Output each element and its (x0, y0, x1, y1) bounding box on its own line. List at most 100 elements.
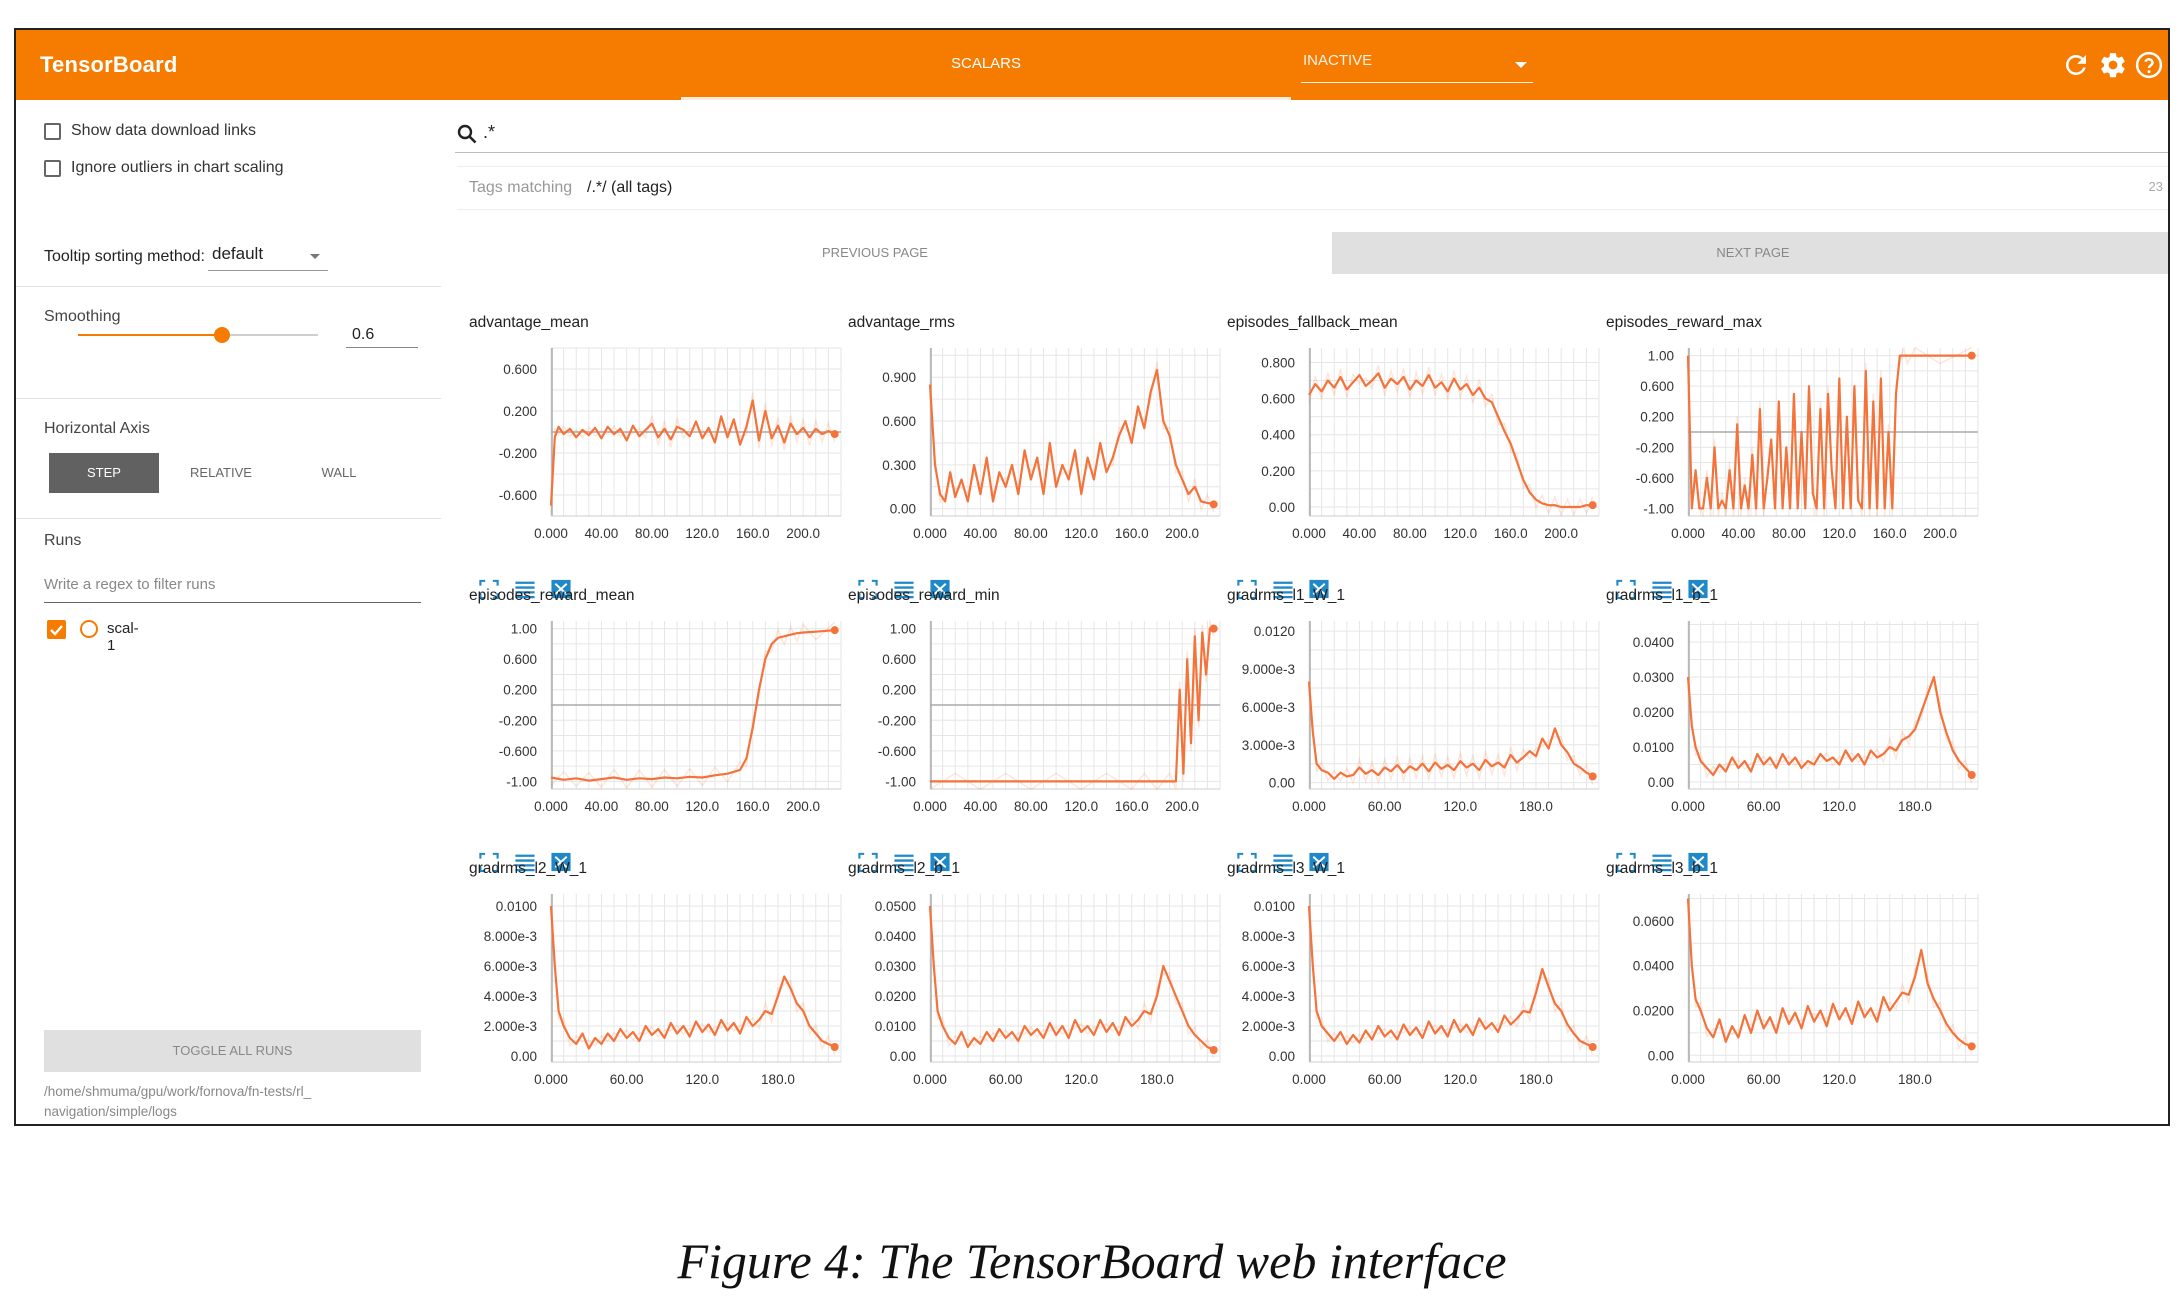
search-icon (457, 124, 477, 144)
axis-step-button[interactable]: STEP (49, 453, 159, 493)
show-download-links-option[interactable]: Show data download links (44, 122, 256, 146)
chart-plot[interactable]: 0.600 0.200 -0.200 -0.600 0.000 40.00 80.00 120… (459, 338, 847, 552)
tags-matching-label: Tags matching (469, 179, 573, 196)
series-line (1307, 681, 1594, 780)
x-tick-label: 0.000 (1671, 1072, 1705, 1087)
x-tick-label: 160.0 (736, 526, 770, 541)
x-tick-label: 200.0 (1165, 526, 1199, 541)
runs-filter-input[interactable]: Write a regex to filter runs (44, 570, 421, 603)
x-tick-label: 160.0 (1873, 526, 1907, 541)
series-raw-line (1308, 365, 1594, 518)
chart-title: gradrms_l3_b_1 (1606, 860, 1719, 877)
inactive-dashboard-select[interactable]: INACTIVE (1301, 44, 1533, 83)
settings-icon[interactable] (2098, 50, 2128, 80)
chart-plot[interactable]: 1.00 0.600 0.200 -0.200 -0.600 -1.00 0.000 40.0… (838, 611, 1226, 825)
smoothing-slider[interactable] (78, 327, 318, 343)
y-tick-label: -0.200 (499, 713, 537, 728)
chart-title: episodes_fallback_mean (1227, 314, 1398, 331)
y-tick-label: 0.0400 (875, 929, 916, 944)
series-raw-line (1687, 684, 1973, 784)
check-icon (50, 625, 63, 636)
show-download-links-checkbox[interactable] (44, 122, 61, 140)
y-tick-label: 0.800 (1261, 355, 1295, 370)
fit-domain-icon[interactable] (549, 1124, 573, 1126)
toggle-all-runs-button[interactable]: TOGGLE ALL RUNS (44, 1030, 421, 1072)
x-tick-label: 0.000 (913, 799, 947, 814)
chart-card-gradrms-l2-w-1: gradrms_l2_W_1 0.0100 8.000e-3 6.000e-3 4.00… (459, 860, 847, 1126)
smoothing-slider-thumb[interactable] (214, 327, 230, 343)
axis-wall-button[interactable]: WALL (284, 453, 394, 493)
chart-plot[interactable]: 0.0600 0.0400 0.0200 0.00 0.000 60.00 120.0 180… (1596, 884, 1984, 1098)
chart-plot[interactable]: 0.900 0.600 0.300 0.00 0.000 40.00 80.00 120.0 1… (838, 338, 1226, 552)
fit-domain-icon[interactable] (1686, 1124, 1710, 1126)
tensorboard-window: TensorBoard SCALARS INACTIVE Show data d… (14, 28, 2170, 1126)
y-tick-label: -1.00 (1643, 501, 1674, 516)
data-list-icon[interactable] (513, 1124, 537, 1126)
y-tick-label: -0.200 (1636, 440, 1674, 455)
x-tick-label: 160.0 (1494, 526, 1528, 541)
y-tick-label: 0.600 (1640, 379, 1674, 394)
y-tick-label: 0.00 (890, 1049, 916, 1064)
chart-plot[interactable]: 0.0500 0.0400 0.0300 0.0200 0.0100 0.00 0.000 6… (838, 884, 1226, 1098)
data-list-icon[interactable] (1271, 1124, 1295, 1126)
y-tick-label: -0.600 (499, 488, 537, 503)
x-tick-label: 40.00 (964, 799, 998, 814)
chart-card-episodes-reward-max: episodes_reward_max 1.00 0.600 0.200 -0.200 -… (1596, 314, 1984, 600)
x-tick-label: 60.00 (1747, 1072, 1781, 1087)
y-tick-label: 9.000e-3 (1242, 662, 1295, 677)
y-tick-label: 0.00 (1269, 776, 1295, 791)
chart-plot[interactable]: 0.0120 9.000e-3 6.000e-3 3.000e-3 0.00 0.000 6… (1217, 611, 1605, 825)
chart-card-gradrms-l1-b-1: gradrms_l1_b_1 0.0400 0.0300 0.0200 0.0100 0.… (1596, 587, 1984, 873)
axis-relative-button[interactable]: RELATIVE (166, 453, 276, 493)
chart-plot[interactable]: 0.0100 8.000e-3 6.000e-3 4.000e-3 2.000e-3 0.… (459, 884, 847, 1098)
x-tick-label: 60.00 (1368, 1072, 1402, 1087)
chart-card-advantage-mean: advantage_mean 0.600 0.200 -0.200 -0.600 0.00… (459, 314, 847, 600)
x-tick-label: 160.0 (1115, 526, 1149, 541)
previous-page-button[interactable]: PREVIOUS PAGE (457, 232, 1293, 274)
ignore-outliers-option[interactable]: Ignore outliers in chart scaling (44, 159, 284, 183)
search-input[interactable]: .* (483, 122, 495, 143)
x-tick-label: 40.00 (1722, 526, 1756, 541)
horizontal-axis-heading: Horizontal Axis (44, 420, 150, 437)
y-tick-label: 0.0300 (1633, 670, 1674, 685)
fullscreen-icon[interactable] (856, 1124, 880, 1126)
data-list-icon[interactable] (892, 1124, 916, 1126)
ignore-outliers-checkbox[interactable] (44, 159, 61, 177)
fit-domain-icon[interactable] (928, 1124, 952, 1126)
x-tick-label: 0.000 (1292, 799, 1326, 814)
x-tick-label: 60.00 (1368, 799, 1402, 814)
run-checkbox[interactable] (47, 620, 66, 639)
fullscreen-icon[interactable] (1235, 1124, 1259, 1126)
x-tick-label: 40.00 (585, 799, 619, 814)
y-tick-label: -1.00 (506, 774, 537, 789)
tooltip-sorting-select[interactable]: default (208, 242, 328, 271)
chart-plot[interactable]: 1.00 0.600 0.200 -0.200 -0.600 -1.00 0.000 40.0… (459, 611, 847, 825)
tab-scalars[interactable]: SCALARS (681, 30, 1291, 100)
smoothing-slider-fill (78, 334, 222, 336)
smoothing-input[interactable]: 0.6 (346, 322, 418, 348)
refresh-icon[interactable] (2061, 50, 2091, 80)
y-tick-label: 0.0120 (1254, 624, 1295, 639)
next-page-button[interactable]: NEXT PAGE (1332, 232, 2168, 274)
chart-plot[interactable]: 1.00 0.600 0.200 -0.200 -0.600 -1.00 0.000 40.0… (1596, 338, 1984, 552)
chart-plot[interactable]: 0.800 0.600 0.400 0.200 0.00 0.000 40.00 80.00 1… (1217, 338, 1605, 552)
fullscreen-icon[interactable] (477, 1124, 501, 1126)
chevron-down-icon (1515, 62, 1527, 68)
data-list-icon[interactable] (1650, 1124, 1674, 1126)
x-tick-label: 0.000 (1292, 526, 1326, 541)
y-tick-label: 8.000e-3 (484, 929, 537, 944)
fullscreen-icon[interactable] (1614, 1124, 1638, 1126)
divider (16, 286, 441, 287)
help-icon[interactable] (2134, 50, 2164, 80)
y-tick-label: 4.000e-3 (1242, 989, 1295, 1004)
tag-search-bar[interactable]: .* (455, 114, 2168, 153)
chart-plot[interactable]: 0.0400 0.0300 0.0200 0.0100 0.00 0.000 60.00 12… (1596, 611, 1984, 825)
chart-card-gradrms-l3-w-1: gradrms_l3_W_1 0.0100 8.000e-3 6.000e-3 4.00… (1217, 860, 1605, 1126)
tags-header: Tags matching /.*/ (all tags) 23 (457, 166, 2168, 210)
chart-plot[interactable]: 0.0100 8.000e-3 6.000e-3 4.000e-3 2.000e-3 0.… (1217, 884, 1605, 1098)
x-tick-label: 0.000 (534, 799, 568, 814)
series-end-point (1967, 771, 1976, 779)
runs-heading: Runs (44, 532, 82, 549)
fit-domain-icon[interactable] (1307, 1124, 1331, 1126)
y-tick-label: -0.200 (878, 713, 916, 728)
